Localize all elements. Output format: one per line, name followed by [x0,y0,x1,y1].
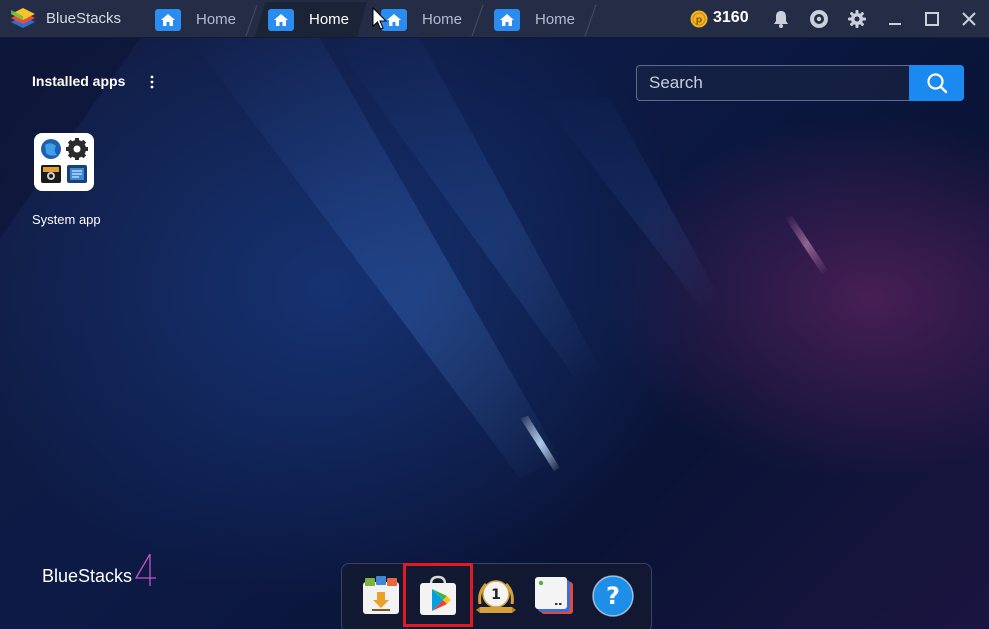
tab-home-1[interactable]: Home [142,2,258,37]
search-box [636,65,964,101]
close-icon[interactable] [958,8,980,30]
tab-label: Home [309,11,350,28]
bell-icon[interactable] [770,8,792,30]
home-icon [494,9,520,31]
version-4-glyph [134,553,157,586]
tab-separator [584,4,597,37]
system-app-icon [34,133,94,191]
gear-icon[interactable] [846,8,868,30]
home-icon [268,9,294,31]
account-icon[interactable] [808,8,830,30]
tab-label: Home [535,11,576,28]
game-pop-icon[interactable]: 1 [474,574,518,618]
mouse-cursor-icon [372,7,388,30]
help-icon[interactable]: ? [591,574,635,618]
bluestacks-logo-icon [11,8,35,28]
brand: BlueStacks [8,5,121,31]
wallpaper [0,38,828,478]
app-label-system-app: System app [32,212,101,227]
more-options-icon[interactable] [148,74,156,90]
multi-instance-icon[interactable] [532,574,576,618]
bluestacks-logo-text: BlueStacks [42,566,133,586]
search-button[interactable] [909,65,964,101]
coin-count[interactable]: 3160 [713,9,749,27]
svg-text:?: ? [606,582,620,610]
svg-text:p: p [696,16,703,26]
title-bar: BlueStacks Home Home Home Home p 3160 [0,0,989,38]
svg-text:1: 1 [491,587,501,603]
home-screen: Installed apps Search System app BlueSta… [0,38,989,629]
play-store-highlight-box [403,563,473,627]
tab-label: Home [196,11,237,28]
app-name: BlueStacks [46,9,122,27]
installed-apps-title: Installed apps [32,73,126,89]
maximize-icon[interactable] [921,8,943,30]
coin-icon: p [690,10,708,28]
tab-label: Home [422,11,463,28]
search-icon [926,73,947,94]
install-apk-icon[interactable] [359,574,403,618]
tab-home-4[interactable]: Home [481,2,597,37]
home-icon [155,9,181,31]
search-input[interactable] [637,66,909,100]
dock: 1 ? [341,563,652,629]
bluestacks4-logo: BlueStacks [42,548,158,588]
minimize-icon[interactable] [884,8,906,30]
tab-home-2[interactable]: Home [255,2,367,37]
